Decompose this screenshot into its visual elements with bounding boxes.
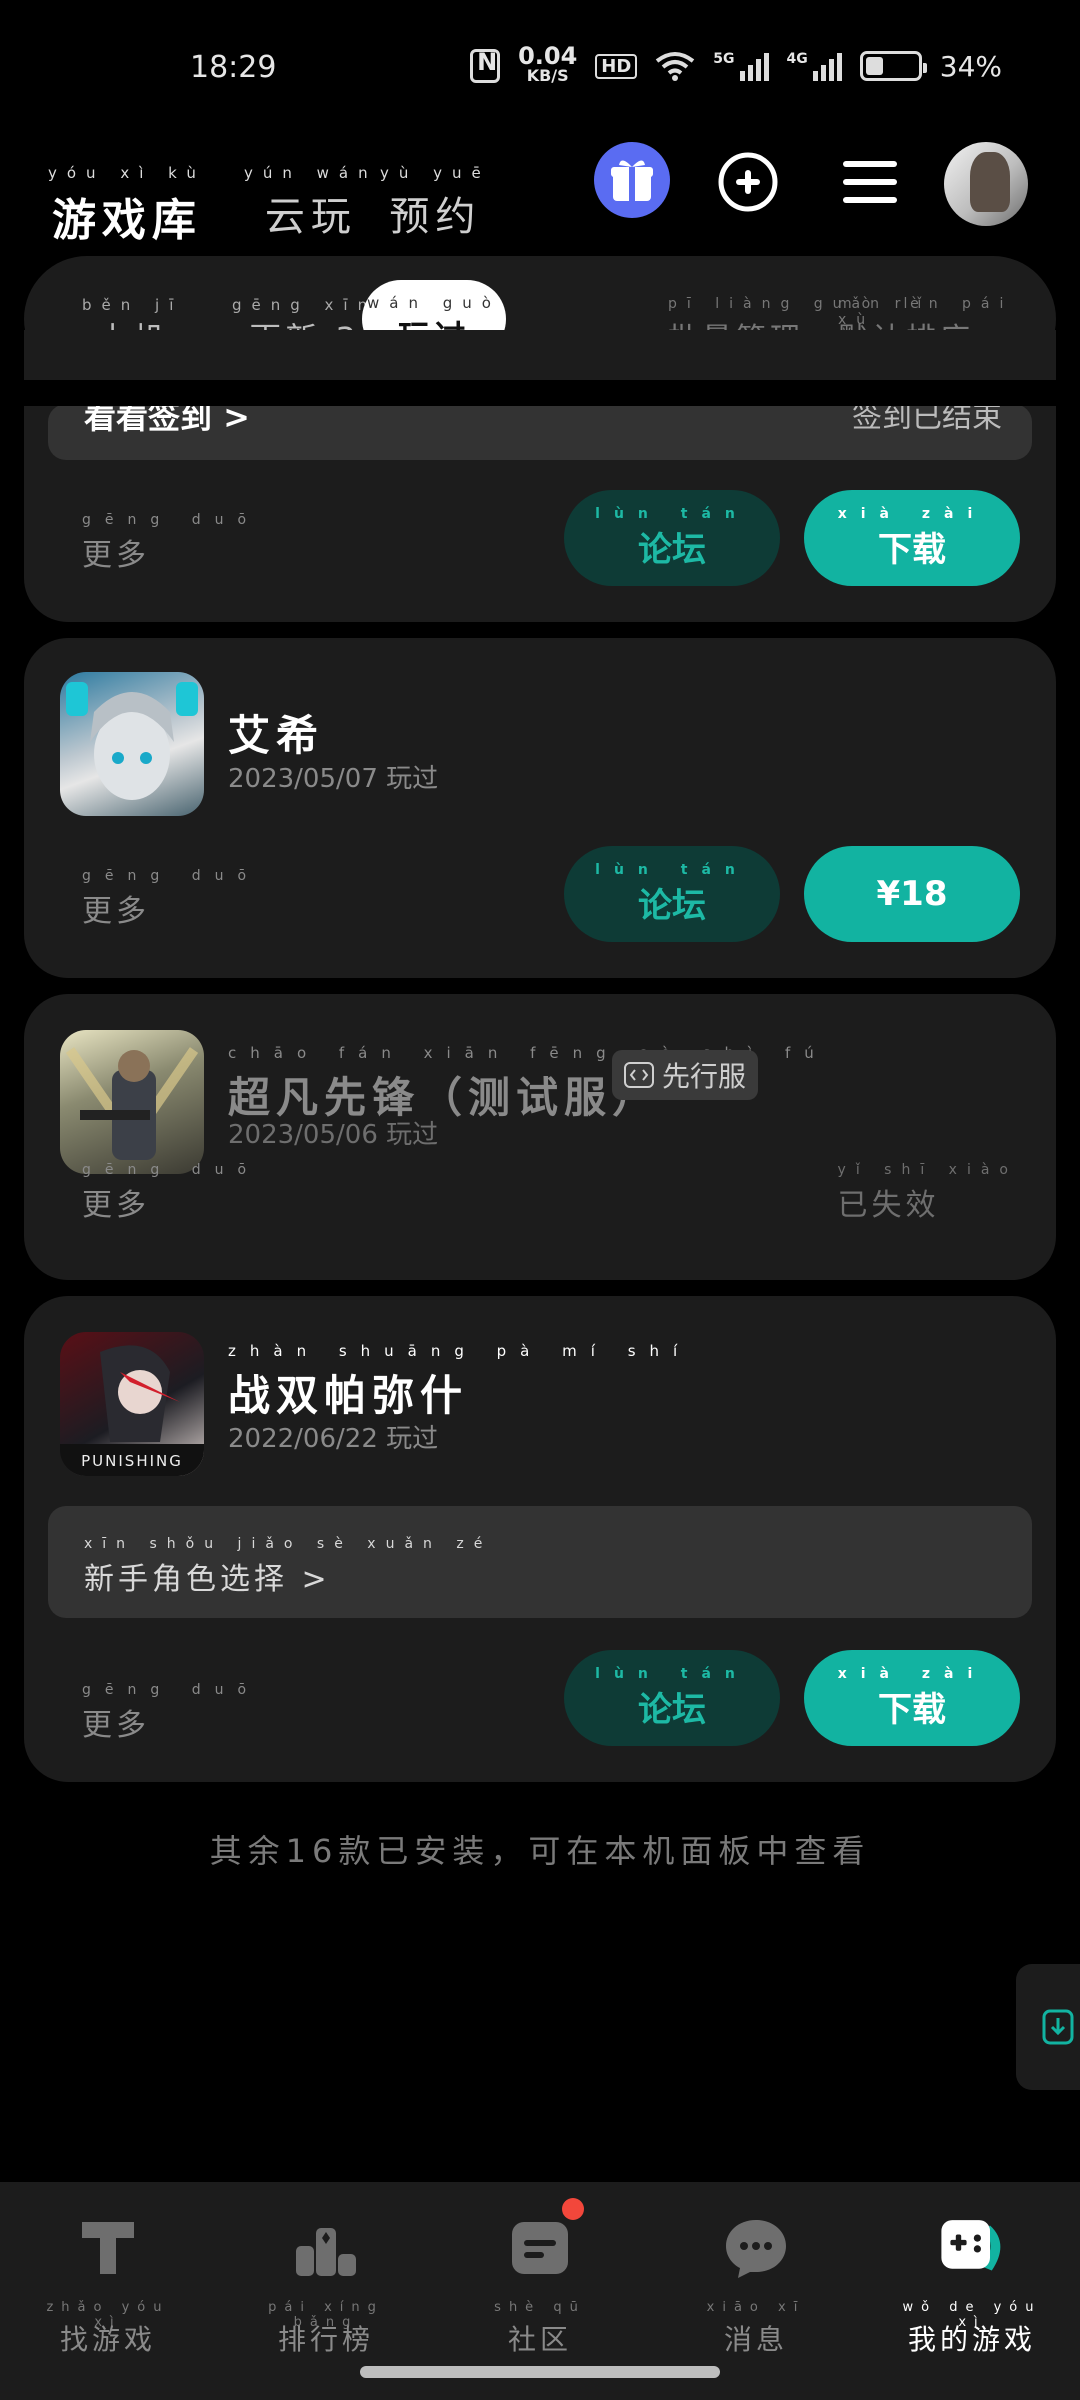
signal-5g-icon: 5G (713, 51, 769, 81)
game-card-chaofan[interactable]: chāo fán xiān fēng cè shì fú 超凡先锋（测试服） 先… (24, 994, 1056, 1280)
menu-icon[interactable] (830, 142, 910, 222)
status-bar: 18:29 0.04 KB/S HD 5G 4G 34% (0, 0, 1080, 140)
game-card-punishing[interactable]: PUNISHING zhàn shuāng pà mí shí 战双帕弥什 20… (24, 1296, 1056, 1782)
nav-messages[interactable]: xiāo xī 消息 (676, 2212, 836, 2358)
more-button[interactable]: gēng duō 更多 (82, 868, 260, 930)
community-icon (504, 2198, 584, 2284)
played-date: 2023/05/07 玩过 (228, 764, 439, 794)
speed-unit: KB/S (526, 66, 569, 85)
forum-button[interactable]: lùn tán 论坛 (564, 1650, 780, 1746)
game-icon-chaofan[interactable] (60, 1030, 204, 1174)
network-speed: 0.04 KB/S (518, 42, 578, 86)
nav-ranking[interactable]: pái xíng bǎng 排行榜 (246, 2212, 406, 2358)
checkin-strip[interactable]: 看看签到 > 签到已结束 (48, 404, 1032, 460)
ranking-icon (290, 2212, 362, 2284)
more-button[interactable]: gēng duō 更多 (82, 512, 260, 574)
forum-button[interactable]: lùn tán 论坛 (564, 846, 780, 942)
played-date: 2022/06/22 玩过 (228, 1424, 439, 1454)
hd-icon: HD (595, 53, 638, 79)
battery-icon (859, 51, 927, 81)
tab-reservation-label: 预约 (389, 194, 482, 240)
more-button[interactable]: gēng duō 更多 (82, 1162, 260, 1224)
signal-4g-icon: 4G (787, 51, 842, 81)
game-title: zhàn shuāng pà mí shí 战双帕弥什 (228, 1342, 692, 1420)
tab-game-library[interactable]: yóu xì kù 游戏库 (42, 164, 212, 254)
wifi-icon (656, 52, 695, 81)
game-card-aisi[interactable]: 艾希 2023/05/07 玩过 gēng duō 更多 lùn tán 论坛 … (24, 638, 1056, 978)
notification-dot (562, 2198, 584, 2220)
battery-fill (865, 57, 883, 75)
game-card-partial: 看看签到 > 签到已结束 gēng duō 更多 lùn tán 论坛 xià … (24, 330, 1056, 622)
expired-status: yǐ shī xiào 已失效 (837, 1162, 1018, 1223)
status-icons: 0.04 KB/S HD 5G 4G 34% (470, 42, 1002, 86)
message-icon (720, 2212, 792, 2284)
code-icon (624, 1062, 654, 1088)
avatar[interactable] (944, 142, 1028, 226)
add-icon[interactable] (708, 142, 788, 222)
gamepad-icon (936, 2212, 1008, 2284)
speed-value: 0.04 (518, 42, 578, 70)
tab-cloud-play[interactable]: yún wán 云玩 (244, 164, 378, 242)
more-button[interactable]: gēng duō 更多 (82, 1682, 260, 1744)
download-icon (1042, 2009, 1074, 2045)
forum-button[interactable]: lùn tán 论坛 (564, 490, 780, 586)
scroll-mask (24, 380, 1056, 406)
installed-note: 其余16款已安装，可在本机面板中查看 (209, 1832, 871, 1870)
nav-my-games[interactable]: wǒ de yóu xì 我的游戏 (892, 2212, 1052, 2358)
buy-button[interactable]: ¥18 (804, 846, 1020, 942)
nfc-icon (470, 48, 501, 83)
newbie-role-select[interactable]: xīn shǒu jiǎo sè xuǎn zé 新手角色选择 > (48, 1506, 1032, 1618)
home-indicator[interactable] (360, 2366, 720, 2378)
early-access-badge: 先行服 (612, 1050, 759, 1100)
download-button[interactable]: xià zài 下载 (804, 490, 1020, 586)
game-icon-punishing[interactable]: PUNISHING (60, 1332, 204, 1476)
tab-cloud-play-label: 云玩 (264, 194, 357, 240)
hammer-icon (72, 2212, 144, 2284)
game-title: 艾希 (228, 711, 325, 760)
played-date: 2023/05/06 玩过 (228, 1120, 439, 1150)
nav-community[interactable]: shè qū 社区 (460, 2198, 620, 2358)
gift-icon[interactable] (594, 142, 670, 218)
battery-percent: 34% (939, 49, 1002, 83)
download-button[interactable]: xià zài 下载 (804, 1650, 1020, 1746)
tab-game-library-label: 游戏库 (51, 195, 202, 246)
tab-reservation[interactable]: yù yuē 预约 (380, 164, 491, 242)
svg-text:PUNISHING: PUNISHING (81, 1452, 183, 1470)
game-icon-aisi[interactable] (60, 672, 204, 816)
top-nav: yóu xì kù 游戏库 yún wán 云玩 yù yuē 预约 (0, 140, 1080, 260)
download-manager-button[interactable] (1016, 1964, 1080, 2090)
status-time: 18:29 (190, 50, 277, 85)
nav-find-games[interactable]: zhǎo yóu xì 找游戏 (28, 2212, 188, 2358)
